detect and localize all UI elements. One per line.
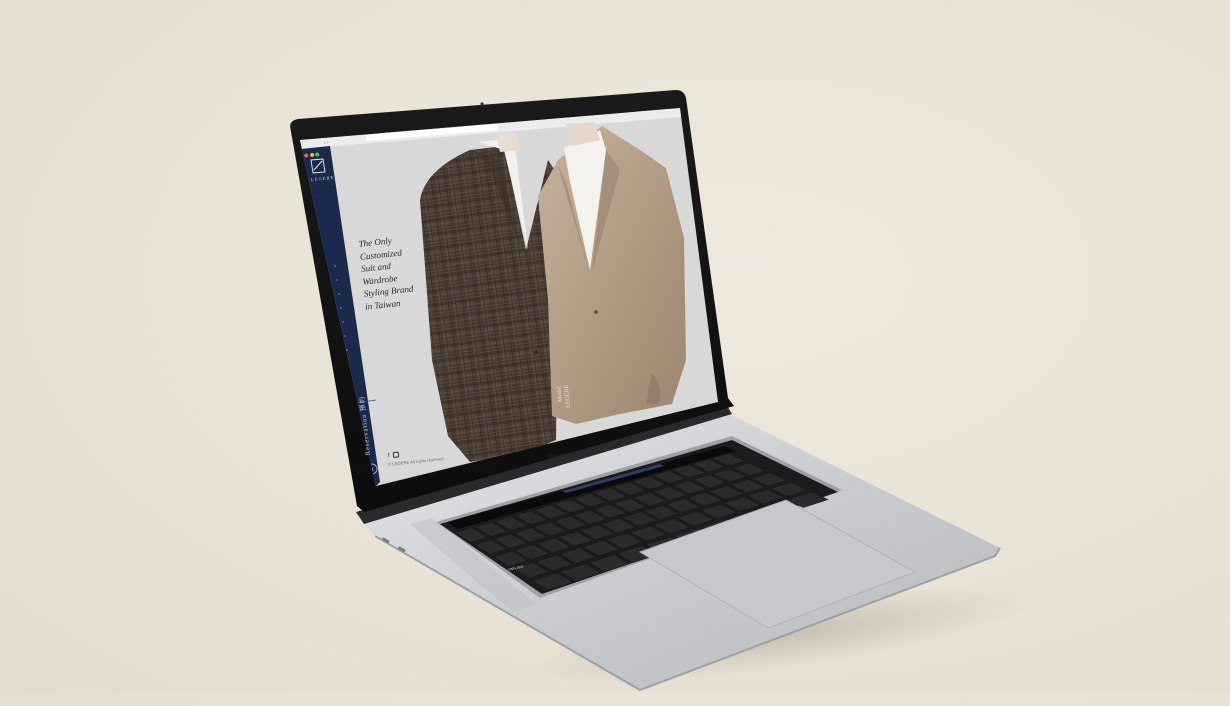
instagram-icon[interactable]	[393, 451, 400, 459]
facebook-icon[interactable]: f	[388, 453, 390, 459]
back-button[interactable]: ‹	[324, 140, 326, 146]
mockup-stage: ‹ › LEGERE The Only Customized Suit and …	[0, 0, 1230, 706]
minimize-window-dot[interactable]	[309, 152, 314, 158]
browser-nav-buttons: ‹ ›	[324, 140, 329, 146]
zoom-window-dot[interactable]	[314, 152, 320, 157]
social-links: f	[388, 451, 400, 459]
hero-tagline: The Only Customized Suit and Wardrobe St…	[358, 233, 415, 313]
browser-traffic-lights	[303, 143, 320, 162]
reservation-sub: 預約	[358, 395, 368, 412]
forward-button[interactable]: ›	[327, 140, 329, 146]
laptop-illustration	[290, 90, 1001, 692]
close-window-dot[interactable]	[304, 153, 309, 158]
